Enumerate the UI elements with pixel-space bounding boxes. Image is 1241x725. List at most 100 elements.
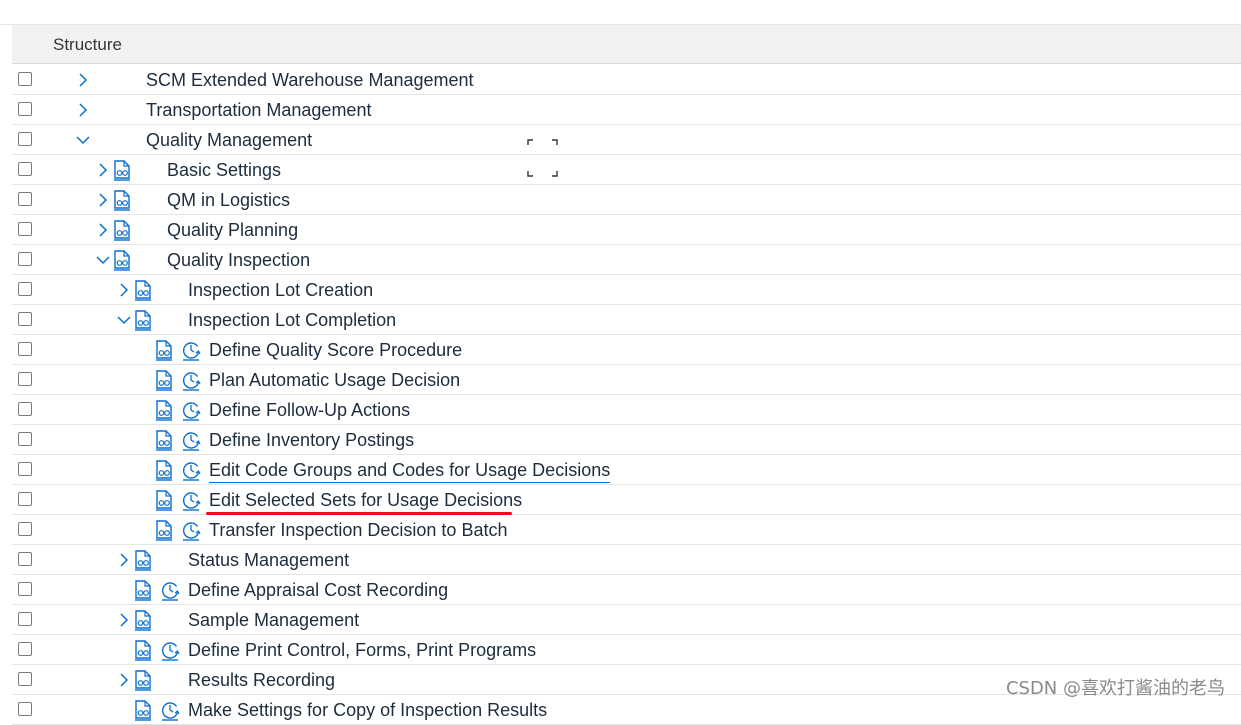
row-checkbox[interactable] [18, 582, 32, 596]
document-glasses-icon[interactable] [133, 549, 153, 571]
row-checkbox[interactable] [18, 312, 32, 326]
tree-node-label[interactable]: Plan Automatic Usage Decision [209, 370, 460, 391]
row-checkbox[interactable] [18, 192, 32, 206]
tree-node-label[interactable]: Edit Code Groups and Codes for Usage Dec… [209, 460, 610, 483]
clock-icon[interactable] [181, 369, 201, 391]
tree-node-label[interactable]: Quality Management [146, 130, 312, 151]
clock-icon[interactable] [181, 519, 201, 541]
document-glasses-icon[interactable] [133, 309, 153, 331]
chevron-right-icon[interactable] [116, 282, 132, 298]
tree-row-qm-logistics[interactable]: QM in Logistics [12, 185, 1241, 215]
clock-icon[interactable] [160, 639, 180, 661]
tree-row-status-management[interactable]: Status Management [12, 545, 1241, 575]
tree-row-follow-up-actions[interactable]: Define Follow-Up Actions [12, 395, 1241, 425]
row-checkbox[interactable] [18, 492, 32, 506]
tree-row-transfer-decision-batch[interactable]: Transfer Inspection Decision to Batch [12, 515, 1241, 545]
tree-node-label[interactable]: Transportation Management [146, 100, 371, 121]
tree-row-quality-management[interactable]: Quality Management [12, 125, 1241, 155]
tree-row-code-groups[interactable]: Edit Code Groups and Codes for Usage Dec… [12, 455, 1241, 485]
row-checkbox[interactable] [18, 672, 32, 686]
tree-node-label[interactable]: Status Management [188, 550, 349, 571]
row-checkbox[interactable] [18, 222, 32, 236]
document-glasses-icon[interactable] [133, 639, 153, 661]
tree-row-quality-score[interactable]: Define Quality Score Procedure [12, 335, 1241, 365]
tree-row-basic-settings[interactable]: Basic Settings [12, 155, 1241, 185]
row-checkbox[interactable] [18, 252, 32, 266]
document-glasses-icon[interactable] [154, 399, 174, 421]
document-glasses-icon[interactable] [133, 579, 153, 601]
document-glasses-icon[interactable] [133, 669, 153, 691]
document-glasses-icon[interactable] [133, 699, 153, 721]
tree-node-label[interactable]: Results Recording [188, 670, 335, 691]
clock-icon[interactable] [181, 429, 201, 451]
document-glasses-icon[interactable] [112, 219, 132, 241]
tree-row-lot-completion[interactable]: Inspection Lot Completion [12, 305, 1241, 335]
tree-row-print-control[interactable]: Define Print Control, Forms, Print Progr… [12, 635, 1241, 665]
clock-icon[interactable] [181, 459, 201, 481]
row-checkbox[interactable] [18, 282, 32, 296]
row-checkbox[interactable] [18, 522, 32, 536]
row-checkbox[interactable] [18, 432, 32, 446]
document-glasses-icon[interactable] [154, 519, 174, 541]
row-checkbox[interactable] [18, 342, 32, 356]
row-checkbox[interactable] [18, 132, 32, 146]
row-checkbox[interactable] [18, 102, 32, 116]
chevron-right-icon[interactable] [75, 102, 91, 118]
tree-node-label[interactable]: Quality Inspection [167, 250, 310, 271]
tree-node-label[interactable]: Define Inventory Postings [209, 430, 414, 451]
chevron-right-icon[interactable] [95, 222, 111, 238]
tree-node-label[interactable]: SCM Extended Warehouse Management [146, 70, 474, 91]
document-glasses-icon[interactable] [112, 159, 132, 181]
tree-node-label[interactable]: Quality Planning [167, 220, 298, 241]
document-glasses-icon[interactable] [154, 459, 174, 481]
tree-row-sample-management[interactable]: Sample Management [12, 605, 1241, 635]
chevron-right-icon[interactable] [95, 162, 111, 178]
row-checkbox[interactable] [18, 462, 32, 476]
row-checkbox[interactable] [18, 72, 32, 86]
tree-node-label[interactable]: Transfer Inspection Decision to Batch [209, 520, 507, 541]
row-checkbox[interactable] [18, 372, 32, 386]
tree-node-label[interactable]: Make Settings for Copy of Inspection Res… [188, 700, 547, 721]
tree-node-label[interactable]: Inspection Lot Completion [188, 310, 396, 331]
chevron-right-icon[interactable] [75, 72, 91, 88]
document-glasses-icon[interactable] [154, 369, 174, 391]
tree-node-label[interactable]: Define Quality Score Procedure [209, 340, 462, 361]
tree-row-quality-planning[interactable]: Quality Planning [12, 215, 1241, 245]
document-glasses-icon[interactable] [133, 609, 153, 631]
tree-node-label[interactable]: Define Print Control, Forms, Print Progr… [188, 640, 536, 661]
row-checkbox[interactable] [18, 162, 32, 176]
tree-row-auto-usage-decision[interactable]: Plan Automatic Usage Decision [12, 365, 1241, 395]
chevron-down-icon[interactable] [95, 252, 111, 268]
tree-node-label[interactable]: Define Follow-Up Actions [209, 400, 410, 421]
tree-node-label[interactable]: Define Appraisal Cost Recording [188, 580, 448, 601]
document-glasses-icon[interactable] [154, 339, 174, 361]
tree-row-appraisal-cost[interactable]: Define Appraisal Cost Recording [12, 575, 1241, 605]
tree-node-label[interactable]: Inspection Lot Creation [188, 280, 373, 301]
tree-row-inventory-postings[interactable]: Define Inventory Postings [12, 425, 1241, 455]
document-glasses-icon[interactable] [154, 429, 174, 451]
clock-icon[interactable] [181, 489, 201, 511]
document-glasses-icon[interactable] [133, 279, 153, 301]
chevron-right-icon[interactable] [116, 552, 132, 568]
document-glasses-icon[interactable] [112, 249, 132, 271]
row-checkbox[interactable] [18, 612, 32, 626]
document-glasses-icon[interactable] [112, 189, 132, 211]
tree-row-lot-creation[interactable]: Inspection Lot Creation [12, 275, 1241, 305]
tree-row-quality-inspection[interactable]: Quality Inspection [12, 245, 1241, 275]
chevron-down-icon[interactable] [75, 132, 91, 148]
chevron-right-icon[interactable] [116, 672, 132, 688]
chevron-right-icon[interactable] [95, 192, 111, 208]
document-glasses-icon[interactable] [154, 489, 174, 511]
row-checkbox[interactable] [18, 702, 32, 716]
chevron-right-icon[interactable] [116, 612, 132, 628]
chevron-down-icon[interactable] [116, 312, 132, 328]
tree-row-transportation[interactable]: Transportation Management [12, 95, 1241, 125]
clock-icon[interactable] [181, 399, 201, 421]
tree-node-label[interactable]: Basic Settings [167, 160, 281, 181]
clock-icon[interactable] [181, 339, 201, 361]
clock-icon[interactable] [160, 579, 180, 601]
tree-node-label[interactable]: Sample Management [188, 610, 359, 631]
tree-row-selected-sets[interactable]: Edit Selected Sets for Usage Decisions [12, 485, 1241, 515]
tree-row-scm-ewm[interactable]: SCM Extended Warehouse Management [12, 65, 1241, 95]
tree-node-label[interactable]: QM in Logistics [167, 190, 290, 211]
